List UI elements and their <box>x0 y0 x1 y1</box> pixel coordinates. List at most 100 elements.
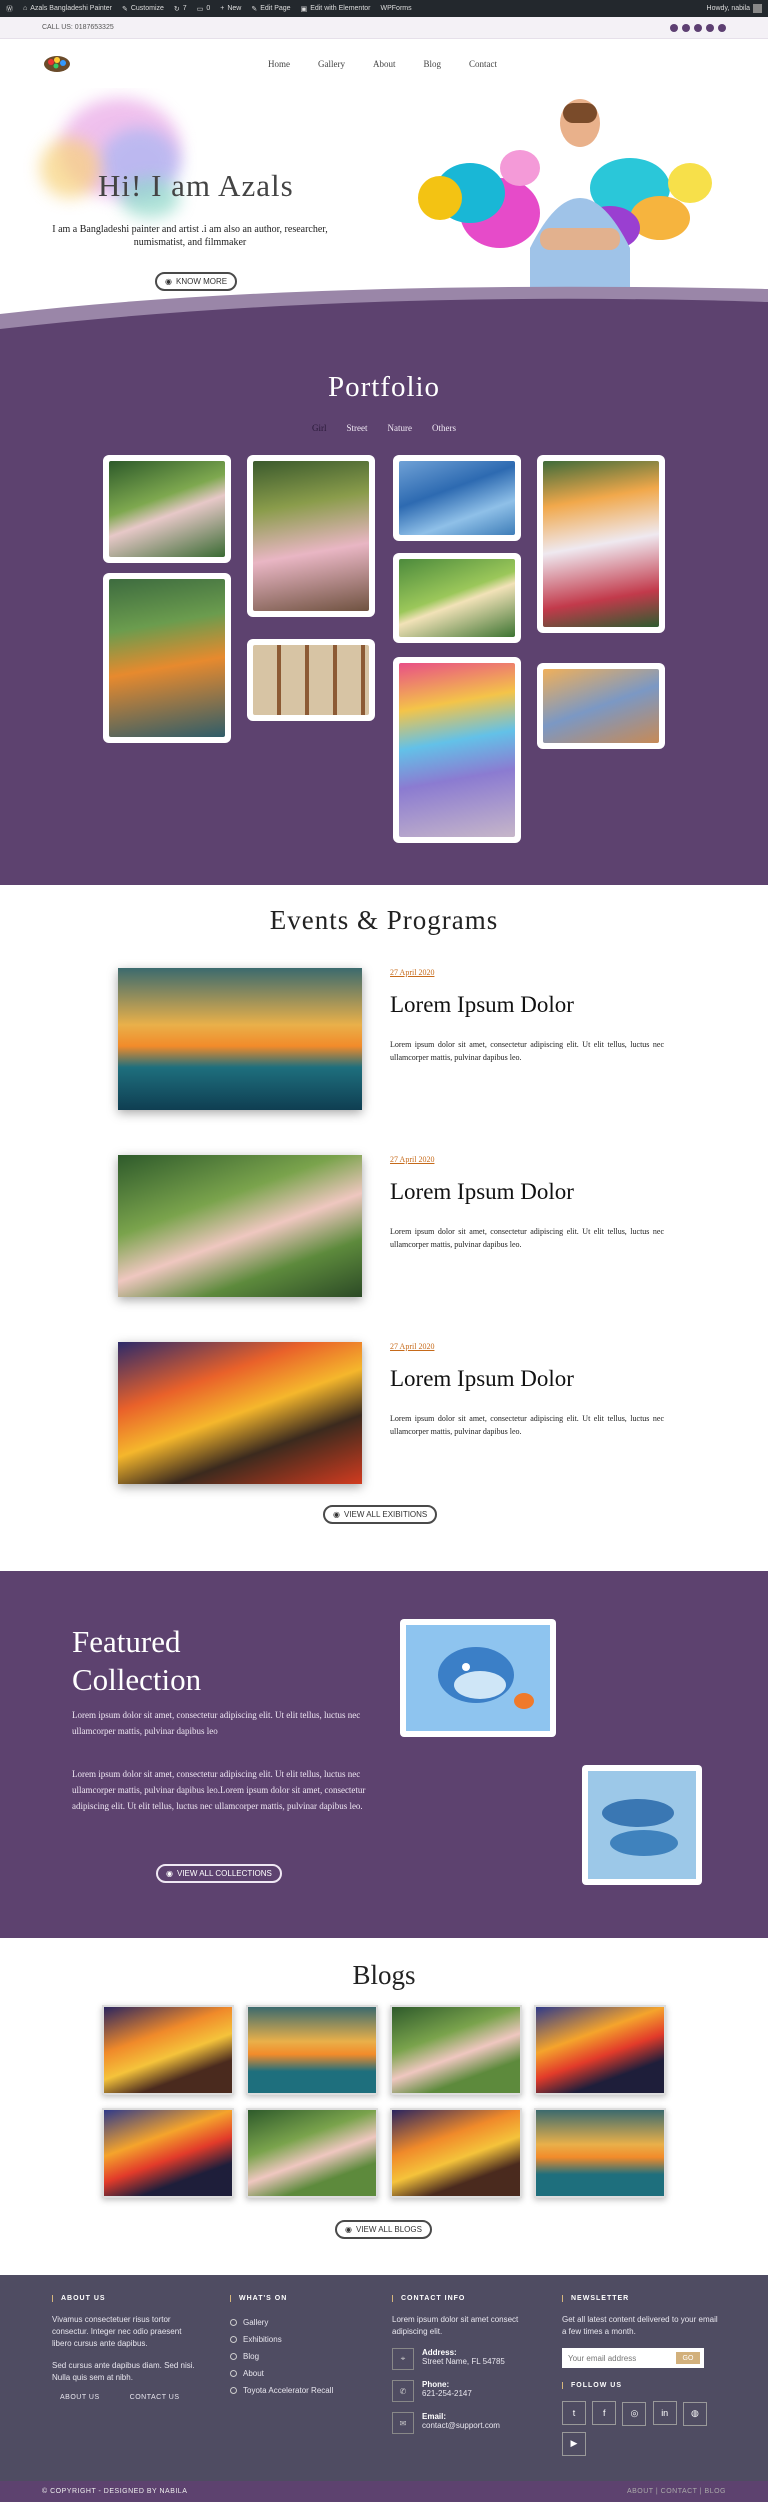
blog-thumbnail[interactable] <box>246 2005 378 2095</box>
bottom-links[interactable]: ABOUT | CONTACT | BLOG <box>627 2488 726 2495</box>
portfolio-item[interactable] <box>103 455 231 563</box>
filter-nature[interactable]: Nature <box>388 423 413 433</box>
admin-howdy-label: Howdy, nabila <box>706 5 750 12</box>
footer-link-toyota[interactable]: Toyota Accelerator Recall <box>230 2382 360 2399</box>
admin-customize-link[interactable]: ✎ Customize <box>122 5 164 13</box>
nav-about[interactable]: About <box>373 59 396 69</box>
portfolio-item[interactable] <box>247 639 375 721</box>
admin-site-link[interactable]: ⌂ Azals Bangladeshi Painter <box>23 5 112 12</box>
admin-new-link[interactable]: + New <box>220 5 241 12</box>
linkedin-icon[interactable]: in <box>652 2401 677 2425</box>
view-all-exhibitions-label: VIEW ALL EXIBITIONS <box>343 1510 428 1519</box>
address-label: Address: <box>422 2348 457 2357</box>
event-text: Lorem ipsum dolor sit amet, consectetur … <box>390 1227 664 1249</box>
filter-street[interactable]: Street <box>347 423 368 433</box>
instagram-icon[interactable]: ◎ <box>622 2401 647 2426</box>
view-all-blogs-button[interactable]: ◉ VIEW ALL BLOGS <box>335 2220 432 2239</box>
nav-contact[interactable]: Contact <box>469 59 497 69</box>
admin-elementor-label: Edit with Elementor <box>310 5 371 12</box>
footer-follow-heading: FOLLOW US <box>562 2382 722 2389</box>
admin-wpforms-link[interactable]: WPForms <box>381 5 412 12</box>
admin-site-label: Azals Bangladeshi Painter <box>30 5 112 12</box>
event-item: 27 April 2020 Lorem Ipsum Dolor Lorem ip… <box>118 968 664 1110</box>
eye-icon: ◉ <box>166 1869 173 1878</box>
github-icon[interactable]: ◍ <box>682 2401 707 2426</box>
blogs-section: Blogs ◉ VIEW ALL BLOGS <box>0 1938 768 2275</box>
site-logo[interactable] <box>42 52 72 74</box>
admin-comments-link[interactable]: ▭ 0 <box>197 5 211 13</box>
event-date[interactable]: 27 April 2020 <box>390 968 434 977</box>
portfolio-item[interactable] <box>247 455 375 617</box>
blog-thumbnail[interactable] <box>534 2005 666 2095</box>
portfolio-item[interactable] <box>537 663 665 749</box>
footer-link-gallery[interactable]: Gallery <box>230 2314 360 2331</box>
blog-thumbnail[interactable] <box>102 2108 234 2198</box>
dolphins-illustration <box>588 1771 696 1879</box>
footer-link-about[interactable]: About <box>230 2365 360 2382</box>
featured-image-dolphins[interactable] <box>582 1765 702 1885</box>
footer-contact-link[interactable]: CONTACT US <box>130 2394 180 2401</box>
event-image[interactable] <box>118 1155 362 1297</box>
footer-about-text-2: Sed cursus ante dapibus diam. Sed nisi. … <box>52 2361 195 2382</box>
event-image[interactable] <box>118 1342 362 1484</box>
footer-link-blog[interactable]: Blog <box>230 2348 360 2365</box>
blogs-title: Blogs <box>352 1960 416 1990</box>
portfolio-item[interactable] <box>103 573 231 743</box>
blog-thumbnail[interactable] <box>534 2108 666 2198</box>
portfolio-item[interactable] <box>393 553 521 643</box>
mail-icon: ✉ <box>392 2412 414 2434</box>
admin-new-label: New <box>227 5 242 12</box>
know-more-button[interactable]: ◉ KNOW MORE <box>155 272 238 291</box>
email-value[interactable]: contact@support.com <box>422 2421 500 2430</box>
newsletter-go-button[interactable]: GO <box>672 2348 704 2368</box>
twitter-icon[interactable] <box>670 23 678 32</box>
event-date[interactable]: 27 April 2020 <box>390 1155 434 1164</box>
blog-thumbnail[interactable] <box>390 2108 522 2198</box>
nav-gallery[interactable]: Gallery <box>318 59 345 69</box>
footer-about-link[interactable]: ABOUT US <box>60 2394 100 2401</box>
call-us-text: CALL US: 0187653325 <box>42 24 114 31</box>
event-date[interactable]: 27 April 2020 <box>390 1342 434 1351</box>
youtube-icon[interactable]: ▶ <box>562 2431 586 2456</box>
portfolio-item[interactable] <box>537 455 665 633</box>
dolphin-illustration <box>406 1625 550 1731</box>
admin-account-link[interactable]: Howdy, nabila <box>707 4 762 13</box>
event-heading[interactable]: Lorem Ipsum Dolor <box>390 1179 574 1205</box>
portfolio-section: Portfolio Girl Street Nature Others <box>0 343 768 885</box>
filter-girl[interactable]: Girl <box>312 423 327 433</box>
phone-value[interactable]: 621-254-2147 <box>422 2389 472 2398</box>
wordpress-icon[interactable]: Ⓦ <box>6 4 13 14</box>
view-all-exhibitions-button[interactable]: ◉ VIEW ALL EXIBITIONS <box>323 1505 438 1524</box>
github-icon[interactable] <box>706 23 714 32</box>
blog-thumbnail[interactable] <box>246 2108 378 2198</box>
facebook-icon[interactable] <box>682 23 690 32</box>
view-all-blogs-label: VIEW ALL BLOGS <box>355 2225 422 2234</box>
event-item: 27 April 2020 Lorem Ipsum Dolor Lorem ip… <box>118 1155 664 1297</box>
admin-elementor-link[interactable]: ▣ Edit with Elementor <box>301 5 371 13</box>
footer-contact-heading: CONTACT INFO <box>392 2295 542 2302</box>
youtube-icon[interactable] <box>718 23 726 32</box>
portfolio-title: Portfolio <box>327 371 441 403</box>
view-all-collections-button[interactable]: ◉ VIEW ALL COLLECTIONS <box>156 1864 282 1883</box>
event-heading[interactable]: Lorem Ipsum Dolor <box>390 992 574 1018</box>
nav-blog[interactable]: Blog <box>424 59 442 69</box>
newsletter-email-input[interactable] <box>562 2348 672 2368</box>
event-image[interactable] <box>118 968 362 1110</box>
footer-link-exhibitions[interactable]: Exhibitions <box>230 2331 360 2348</box>
blog-thumbnail[interactable] <box>102 2005 234 2095</box>
facebook-icon[interactable]: f <box>592 2401 617 2425</box>
admin-updates-count: 7 <box>182 5 187 12</box>
hero-title: Hi! I am Azals <box>98 168 294 203</box>
admin-updates-link[interactable]: ↻ 7 <box>174 5 187 13</box>
twitter-icon[interactable]: t <box>562 2401 586 2425</box>
nav-home[interactable]: Home <box>268 59 290 69</box>
eye-icon: ◉ <box>165 277 172 286</box>
admin-edit-page-link[interactable]: ✎ Edit Page <box>251 5 290 13</box>
featured-image-dolphin[interactable] <box>400 1619 556 1737</box>
blog-thumbnail[interactable] <box>390 2005 522 2095</box>
portfolio-item[interactable] <box>393 657 521 843</box>
event-heading[interactable]: Lorem Ipsum Dolor <box>390 1366 574 1392</box>
portfolio-item[interactable] <box>393 455 521 541</box>
instagram-icon[interactable] <box>694 23 702 32</box>
filter-others[interactable]: Others <box>432 423 456 433</box>
